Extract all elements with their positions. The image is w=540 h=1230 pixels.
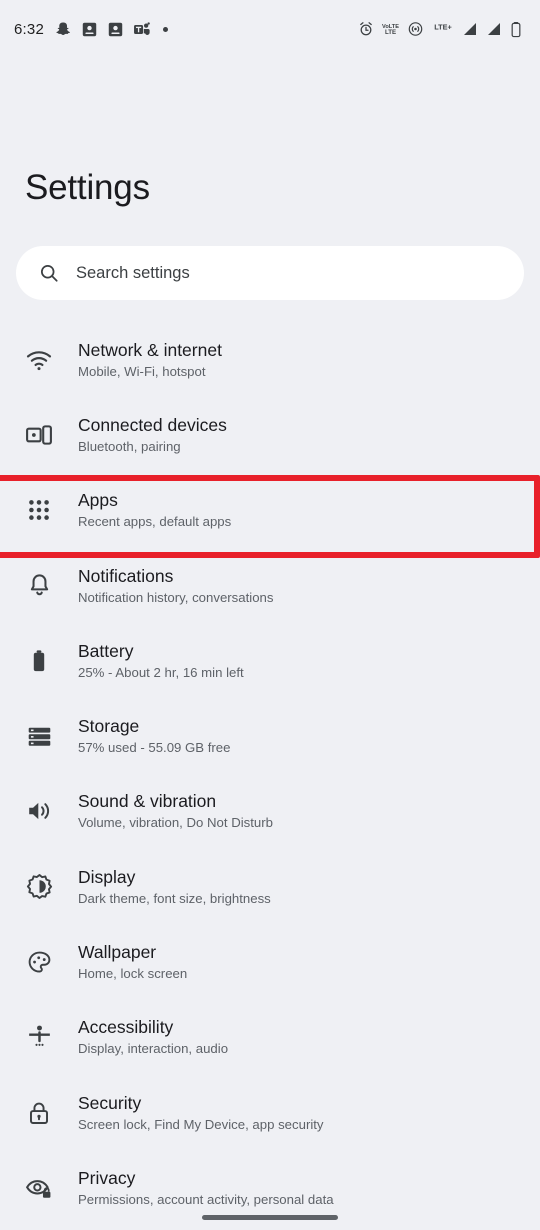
settings-item-subtitle: Mobile, Wi-Fi, hotspot bbox=[78, 363, 206, 379]
settings-item-network[interactable]: Network & internet Mobile, Wi-Fi, hotspo… bbox=[0, 322, 540, 397]
settings-item-title: Notifications bbox=[78, 565, 174, 586]
signal-sim2-icon bbox=[486, 21, 502, 37]
settings-item-battery[interactable]: Battery 25% - About 2 hr, 16 min left bbox=[0, 623, 540, 698]
settings-item-title: Battery bbox=[78, 640, 134, 661]
settings-item-title: Apps bbox=[78, 490, 118, 511]
settings-item-text: Sound & vibration Volume, vibration, Do … bbox=[78, 791, 273, 831]
settings-item-subtitle: Dark theme, font size, brightness bbox=[78, 890, 271, 906]
settings-item-text: Accessibility Display, interaction, audi… bbox=[78, 1017, 228, 1057]
settings-item-subtitle: Notification history, conversations bbox=[78, 589, 274, 605]
status-bar-right: VoLTE LTE LTE+ bbox=[358, 21, 522, 38]
settings-item-subtitle: Screen lock, Find My Device, app securit… bbox=[78, 1116, 324, 1132]
apps-grid-icon bbox=[18, 497, 60, 523]
storage-icon bbox=[18, 723, 60, 750]
eye-lock-icon bbox=[18, 1174, 60, 1202]
network-type-label: LTE+ bbox=[432, 21, 454, 37]
settings-item-subtitle: 25% - About 2 hr, 16 min left bbox=[78, 664, 244, 680]
settings-item-title: Network & internet bbox=[78, 339, 222, 360]
settings-item-title: Storage bbox=[78, 716, 140, 737]
svg-text:LTE+: LTE+ bbox=[434, 23, 452, 32]
settings-item-text: Security Screen lock, Find My Device, ap… bbox=[78, 1093, 324, 1133]
settings-item-subtitle: Recent apps, default apps bbox=[78, 514, 232, 530]
status-bar-left: 6:32 bbox=[14, 21, 168, 38]
settings-item-title: Security bbox=[78, 1092, 142, 1113]
settings-list: Network & internet Mobile, Wi-Fi, hotspo… bbox=[0, 322, 540, 1226]
bell-icon bbox=[18, 572, 60, 599]
volte-icon: VoLTE LTE bbox=[382, 21, 399, 37]
settings-item-subtitle: 57% used - 55.09 GB free bbox=[78, 740, 231, 756]
settings-item-subtitle: Volume, vibration, Do Not Disturb bbox=[78, 815, 273, 831]
home-indicator[interactable] bbox=[202, 1215, 338, 1220]
battery-icon bbox=[18, 648, 60, 674]
settings-item-text: Display Dark theme, font size, brightnes… bbox=[78, 867, 271, 907]
settings-item-title: Connected devices bbox=[78, 414, 227, 435]
more-notifications-dot bbox=[163, 26, 168, 32]
settings-item-accessibility[interactable]: Accessibility Display, interaction, audi… bbox=[0, 1000, 540, 1075]
alarm-icon bbox=[358, 21, 374, 37]
settings-item-text: Battery 25% - About 2 hr, 16 min left bbox=[78, 641, 244, 681]
search-settings-bar[interactable]: Search settings bbox=[16, 246, 524, 300]
status-bar-clock: 6:32 bbox=[14, 20, 44, 38]
settings-item-connected-devices[interactable]: Connected devices Bluetooth, pairing bbox=[0, 397, 540, 472]
snapchat-icon bbox=[55, 21, 72, 38]
settings-screen: 6:32 VoLTE LTE LTE+ Settings Search sett… bbox=[0, 0, 540, 1230]
settings-item-subtitle: Home, lock screen bbox=[78, 966, 188, 982]
accessibility-icon bbox=[18, 1024, 60, 1051]
settings-item-subtitle: Display, interaction, audio bbox=[78, 1041, 229, 1057]
settings-item-display[interactable]: Display Dark theme, font size, brightnes… bbox=[0, 849, 540, 924]
settings-item-storage[interactable]: Storage 57% used - 55.09 GB free bbox=[0, 698, 540, 773]
settings-item-text: Network & internet Mobile, Wi-Fi, hotspo… bbox=[78, 340, 222, 380]
settings-item-title: Sound & vibration bbox=[78, 791, 217, 812]
teams-icon bbox=[133, 21, 151, 38]
settings-item-sound[interactable]: Sound & vibration Volume, vibration, Do … bbox=[0, 774, 540, 849]
settings-item-text: Connected devices Bluetooth, pairing bbox=[78, 415, 227, 455]
settings-item-text: Privacy Permissions, account activity, p… bbox=[78, 1168, 334, 1208]
settings-item-title: Display bbox=[78, 866, 136, 887]
lock-icon bbox=[18, 1100, 60, 1126]
wifi-icon bbox=[18, 346, 60, 374]
settings-item-subtitle: Permissions, account activity, personal … bbox=[78, 1191, 334, 1207]
brightness-icon bbox=[18, 873, 60, 900]
settings-item-text: Storage 57% used - 55.09 GB free bbox=[78, 716, 230, 756]
settings-item-title: Privacy bbox=[78, 1167, 136, 1188]
svg-text:LTE: LTE bbox=[385, 29, 396, 36]
hotspot-icon bbox=[407, 21, 424, 37]
settings-item-text: Apps Recent apps, default apps bbox=[78, 490, 231, 530]
settings-item-title: Wallpaper bbox=[78, 942, 157, 963]
screenshot-icon bbox=[81, 21, 98, 38]
settings-item-wallpaper[interactable]: Wallpaper Home, lock screen bbox=[0, 924, 540, 999]
signal-sim1-icon bbox=[462, 21, 478, 37]
settings-item-notifications[interactable]: Notifications Notification history, conv… bbox=[0, 548, 540, 623]
settings-item-title: Accessibility bbox=[78, 1017, 174, 1038]
search-input[interactable]: Search settings bbox=[76, 264, 190, 283]
settings-item-apps[interactable]: Apps Recent apps, default apps bbox=[0, 473, 540, 558]
settings-item-security[interactable]: Security Screen lock, Find My Device, ap… bbox=[0, 1075, 540, 1150]
search-icon bbox=[38, 262, 60, 284]
connected-devices-icon bbox=[18, 421, 60, 449]
settings-item-text: Notifications Notification history, conv… bbox=[78, 566, 273, 606]
battery-icon bbox=[510, 21, 522, 38]
volume-icon bbox=[18, 797, 60, 825]
palette-icon bbox=[18, 949, 60, 976]
settings-item-text: Wallpaper Home, lock screen bbox=[78, 942, 187, 982]
settings-item-subtitle: Bluetooth, pairing bbox=[78, 438, 181, 454]
screenshot-icon-2 bbox=[107, 21, 124, 38]
status-bar: 6:32 VoLTE LTE LTE+ bbox=[0, 0, 540, 58]
page-title: Settings bbox=[25, 168, 150, 207]
